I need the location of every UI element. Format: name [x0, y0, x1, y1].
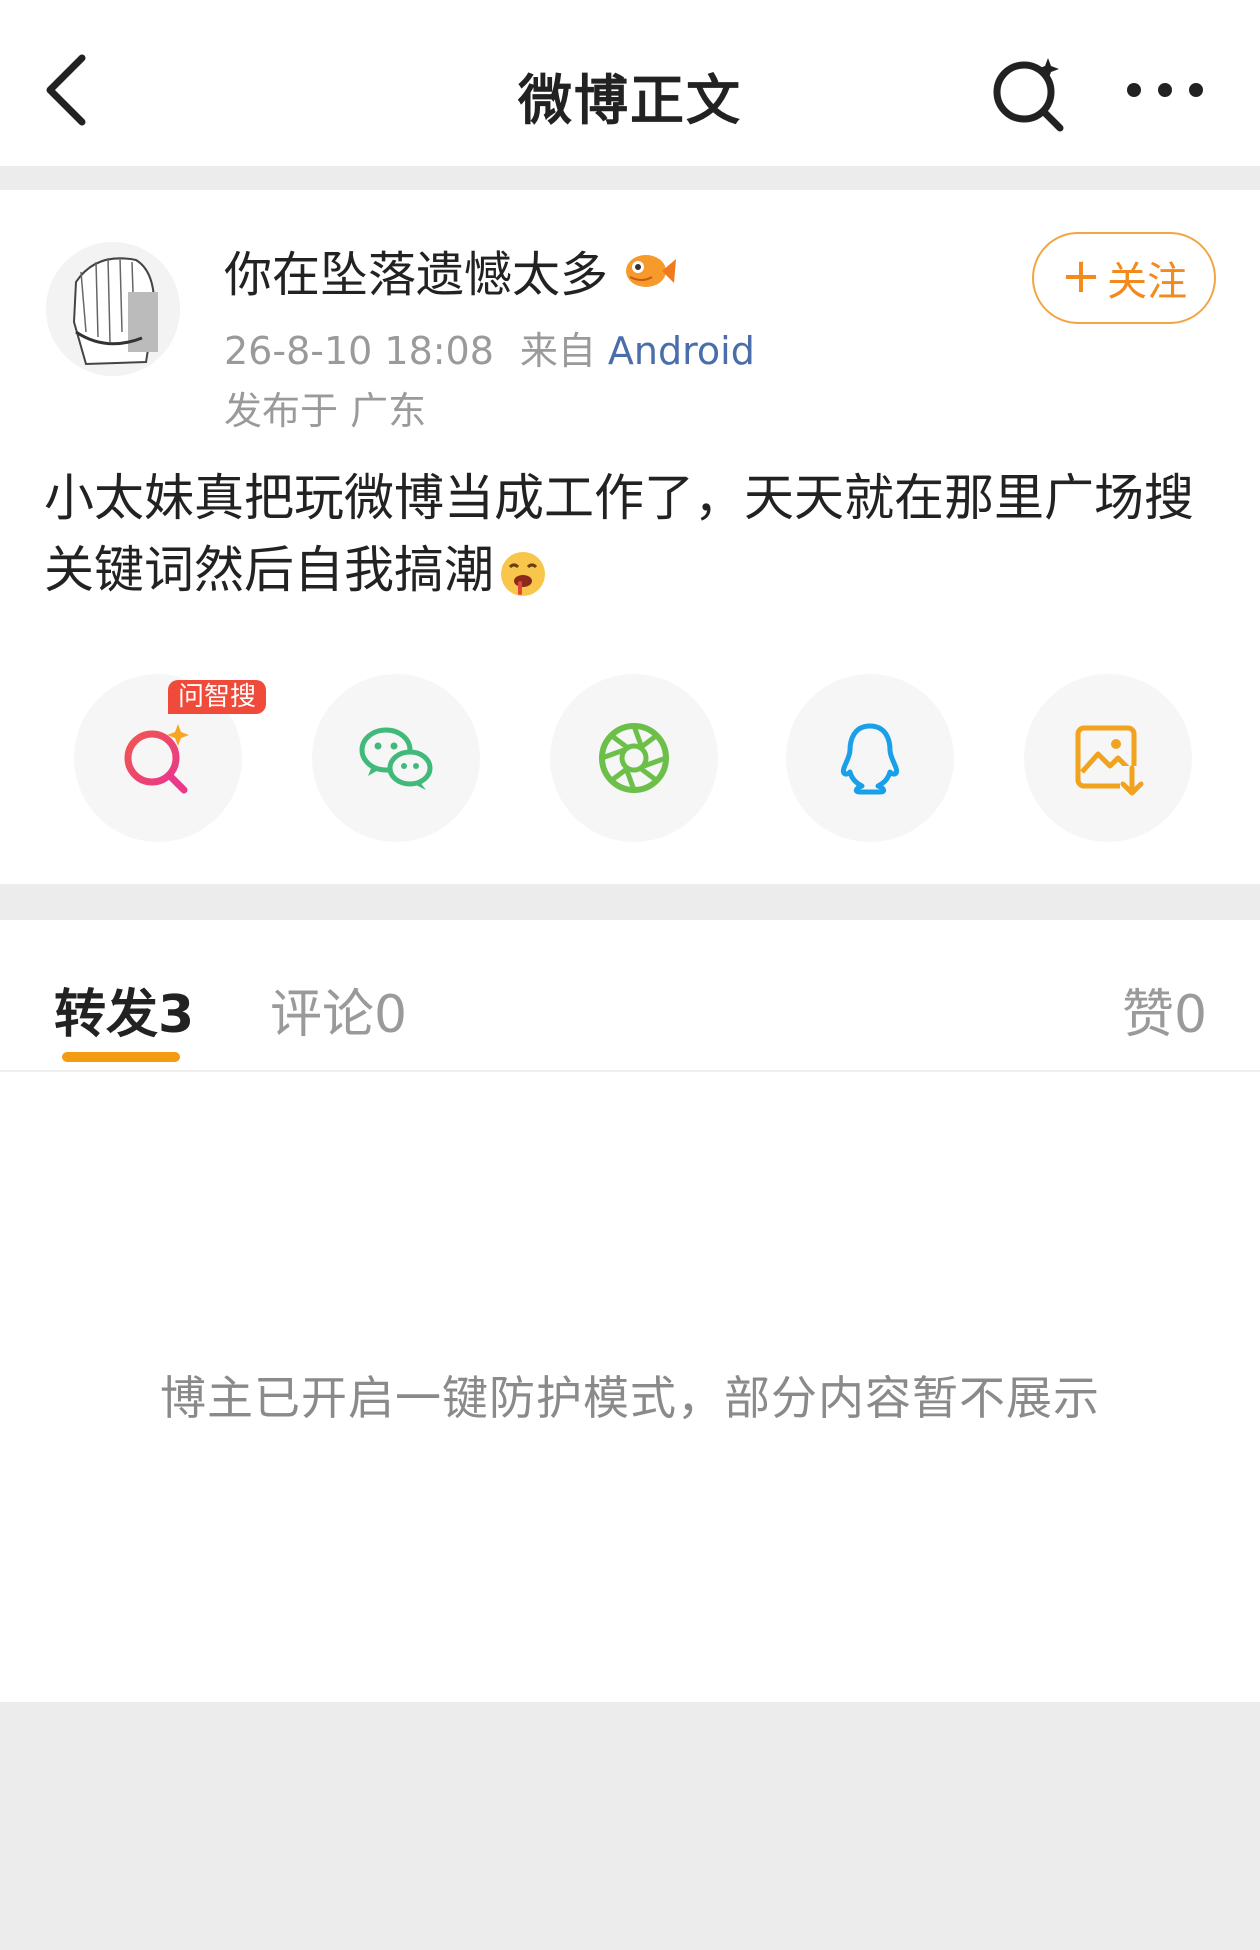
ai-search-tag: 问智搜 [168, 680, 267, 714]
fish-badge-icon [626, 255, 677, 287]
repost-list-area: 博主已开启一键防护模式，部分内容暂不展示 [0, 1072, 1260, 1702]
tab-like[interactable]: 赞0 [1122, 972, 1207, 1047]
username-row: 你在坠落遗憾太多 [224, 240, 678, 303]
post-text-body: 小太妹真把玩微博当成工作了，天天就在那里广场搜关键词然后自我搞潮 [44, 469, 1194, 599]
post-text: 小太妹真把玩微博当成工作了，天天就在那里广场搜关键词然后自我搞潮 [44, 462, 1224, 606]
share-wechat-button[interactable] [312, 674, 480, 842]
post-card: 你在坠落遗憾太多 26-8-10 18:08 来自 Android 发布于 广东 +… [0, 190, 1260, 884]
more-options-icon[interactable] [1120, 60, 1210, 120]
tab-active-indicator [62, 1052, 180, 1062]
plus-icon: + [1060, 248, 1102, 304]
moments-icon [599, 723, 669, 793]
follow-button[interactable]: + 关注 [1032, 232, 1216, 324]
post-location: 发布于 广东 [224, 389, 427, 433]
protection-notice: 博主已开启一键防护模式，部分内容暂不展示 [160, 1371, 1100, 1425]
source-link[interactable]: Android [608, 329, 755, 373]
avatar[interactable] [46, 242, 180, 376]
qq-icon [841, 723, 899, 795]
share-save-image-button[interactable] [1024, 674, 1192, 842]
source-prefix: 来自 [519, 329, 596, 373]
page-title: 微博正文 [518, 69, 742, 132]
wechat-icon [359, 727, 433, 790]
tab-comment[interactable]: 评论0 [270, 972, 407, 1047]
ai-search-icon[interactable] [988, 52, 1068, 132]
share-moments-button[interactable] [550, 674, 718, 842]
ai-search-icon [124, 724, 189, 794]
share-qq-button[interactable] [786, 674, 954, 842]
drool-emoji-icon [501, 551, 545, 596]
post-meta: 26-8-10 18:08 来自 Android [224, 320, 755, 375]
interaction-tabs: 转发3 评论0 赞0 [0, 920, 1260, 1072]
top-bar: 微博正文 [0, 0, 1260, 166]
save-image-icon [1075, 725, 1146, 798]
tab-repost[interactable]: 转发3 [54, 972, 194, 1047]
post-timestamp: 26-8-10 18:08 [224, 329, 494, 373]
username[interactable]: 你在坠落遗憾太多 [224, 235, 608, 305]
follow-label: 关注 [1107, 259, 1188, 305]
